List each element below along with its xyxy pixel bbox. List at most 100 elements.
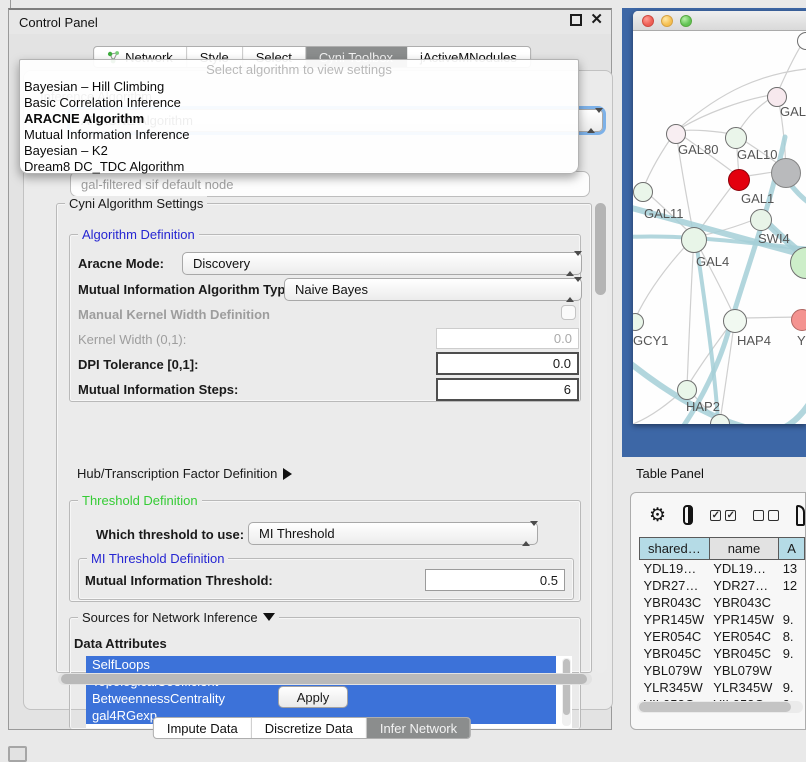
aracne-mode-value: Discovery [193, 256, 250, 271]
node-gal4[interactable] [681, 227, 707, 253]
node-label: GCY1 [633, 333, 668, 348]
select-all-columns-icon[interactable]: ✓ ✓ [710, 510, 736, 521]
menu-item-dream8[interactable]: Dream8 DC_TDC Algorithm [20, 159, 578, 175]
mi-threshold-label: Mutual Information Threshold: [85, 573, 273, 588]
menu-item-bayesian-hill-climbing[interactable]: Bayesian – Hill Climbing [20, 79, 578, 95]
panel-divider-tick [10, 0, 11, 8]
table-horizontal-scrollbar[interactable] [637, 701, 803, 713]
menu-item-mutual-information[interactable]: Mutual Information Inference [20, 127, 578, 143]
table-row[interactable]: YDL19…YDL19…13 [640, 560, 805, 577]
node-hap4[interactable] [723, 309, 747, 333]
kernel-width-value: 0.0 [554, 331, 572, 346]
table-row[interactable]: YBR045CYBR045C9. [640, 645, 805, 662]
mi-threshold-value: 0.5 [540, 573, 558, 588]
settings-vertical-scrollbar[interactable] [594, 201, 607, 673]
minimize-traffic-light-icon[interactable] [661, 15, 673, 27]
control-panel-title: Control Panel [19, 15, 98, 30]
mi-algorithm-type-value: Naive Bayes [295, 282, 368, 297]
node-hap2[interactable] [677, 380, 697, 400]
menu-item-basic-correlation[interactable]: Basic Correlation Inference [20, 95, 578, 111]
table-row[interactable]: YDR27…YDR27…12 [640, 577, 805, 594]
mi-threshold-group: MI Threshold Definition Mutual Informati… [78, 558, 574, 600]
node-red[interactable] [728, 169, 750, 191]
checked-checkbox-icon: ✓ [725, 510, 736, 521]
node-y-partial[interactable] [791, 309, 806, 331]
column-header-partial[interactable]: A [779, 538, 805, 560]
dock-panel-button[interactable] [8, 746, 27, 762]
right-triangle-icon [283, 468, 292, 480]
table-row[interactable]: YBL079WYBL079W [640, 662, 805, 679]
tab-infer-network-label: Infer Network [380, 721, 457, 736]
cyni-bottom-tabbar: Impute Data Discretize Data Infer Networ… [153, 717, 471, 739]
zoom-traffic-light-icon[interactable] [680, 15, 692, 27]
mi-threshold-group-title: MI Threshold Definition [87, 551, 228, 566]
dpi-tolerance-value: 0.0 [553, 356, 571, 371]
node-label: SWI4 [758, 231, 790, 246]
tab-discretize-data[interactable]: Discretize Data [252, 718, 367, 738]
which-threshold-combobox[interactable]: MI Threshold [248, 522, 538, 545]
mi-steps-field[interactable]: 6 [436, 378, 579, 401]
apply-button-label: Apply [297, 690, 330, 705]
kernel-width-label: Kernel Width (0,1): [78, 332, 186, 347]
menu-item-bayesian-k2[interactable]: Bayesian – K2 [20, 143, 578, 159]
kernel-width-field[interactable]: 0.0 [436, 328, 579, 349]
aracne-mode-label: Aracne Mode: [78, 256, 164, 271]
column-header-name[interactable]: name [709, 538, 779, 560]
column-header-shared[interactable]: shared… [640, 538, 710, 560]
document-icon[interactable] [796, 505, 805, 526]
list-scrollbar[interactable] [562, 658, 571, 726]
unchecked-checkbox-icon [753, 510, 764, 521]
data-attributes-label: Data Attributes [74, 636, 167, 651]
node-gal1[interactable] [750, 209, 772, 231]
split-columns-icon[interactable] [683, 505, 693, 525]
menu-item-aracne[interactable]: ARACNE Algorithm [20, 111, 578, 127]
deselect-all-columns-icon[interactable] [753, 510, 779, 521]
dpi-tolerance-field[interactable]: 0.0 [436, 352, 579, 375]
node-gal11[interactable] [633, 182, 653, 202]
network-selector-value: gal-filtered sif default node [81, 177, 233, 192]
node-gal80[interactable] [666, 124, 686, 144]
aracne-mode-combobox[interactable]: Discovery [182, 252, 582, 275]
table-panel-title: Table Panel [636, 466, 704, 481]
close-traffic-light-icon[interactable] [642, 15, 654, 27]
node-gray[interactable] [771, 158, 801, 188]
combo-stepper-icon [566, 282, 575, 298]
node-gal10[interactable] [725, 127, 747, 149]
mi-threshold-field[interactable]: 0.5 [425, 569, 565, 591]
checked-checkbox-icon: ✓ [710, 510, 721, 521]
apply-button[interactable]: Apply [278, 686, 348, 708]
manual-kernel-width-checkbox[interactable] [561, 305, 576, 320]
cyni-algorithm-settings-title: Cyni Algorithm Settings [65, 196, 207, 211]
tab-infer-network[interactable]: Infer Network [367, 718, 470, 738]
table-row[interactable]: YBR043CYBR043C [640, 594, 805, 611]
hub-definition-toggle[interactable]: Hub/Transcription Factor Definition [77, 466, 292, 481]
control-panel-titlebar: Control Panel ✕ [9, 10, 611, 34]
node-label: HAP2 [686, 399, 720, 414]
list-item[interactable]: SelfLoops [86, 656, 556, 673]
settings-horizontal-scrollbar[interactable] [58, 673, 592, 685]
node-label: GAL [780, 104, 806, 119]
node-label: GAL80 [678, 142, 718, 157]
tab-impute-data-label: Impute Data [167, 721, 238, 736]
which-threshold-label: Which threshold to use: [96, 527, 244, 542]
mi-algorithm-type-combobox[interactable]: Naive Bayes [284, 278, 582, 301]
table-row[interactable]: YPR145WYPR145W9. [640, 611, 805, 628]
combo-stepper-icon [566, 256, 575, 272]
mi-algorithm-type-label: Mutual Information Algorithm Type: [78, 282, 297, 297]
network-canvas[interactable]: GAL GAL80 GAL10 GAL1 SWI4 GAL11 GAL4 GCY… [633, 31, 806, 424]
network-view-window: GAL GAL80 GAL10 GAL1 SWI4 GAL11 GAL4 GCY… [633, 11, 806, 424]
table-row[interactable]: YLR345WYLR345W9. [640, 679, 805, 696]
table-row[interactable]: YER054CYER054C8. [640, 628, 805, 645]
gear-icon[interactable]: ⚙ [649, 506, 666, 525]
down-triangle-icon [263, 613, 275, 621]
algorithm-dropdown-popup: Select algorithm to view settings Bayesi… [19, 59, 579, 174]
algorithm-dropdown-prompt: Select algorithm to view settings [20, 62, 578, 77]
float-window-icon[interactable] [570, 14, 582, 26]
control-panel-window: Control Panel ✕ Network Style Select Cyn… [8, 8, 612, 730]
mi-steps-label: Mutual Information Steps: [78, 382, 238, 397]
network-window-titlebar [633, 11, 806, 31]
close-icon[interactable]: ✕ [590, 14, 603, 26]
tab-impute-data[interactable]: Impute Data [154, 718, 252, 738]
sources-toggle[interactable]: Sources for Network Inference [78, 610, 279, 625]
tab-discretize-data-label: Discretize Data [265, 721, 353, 736]
